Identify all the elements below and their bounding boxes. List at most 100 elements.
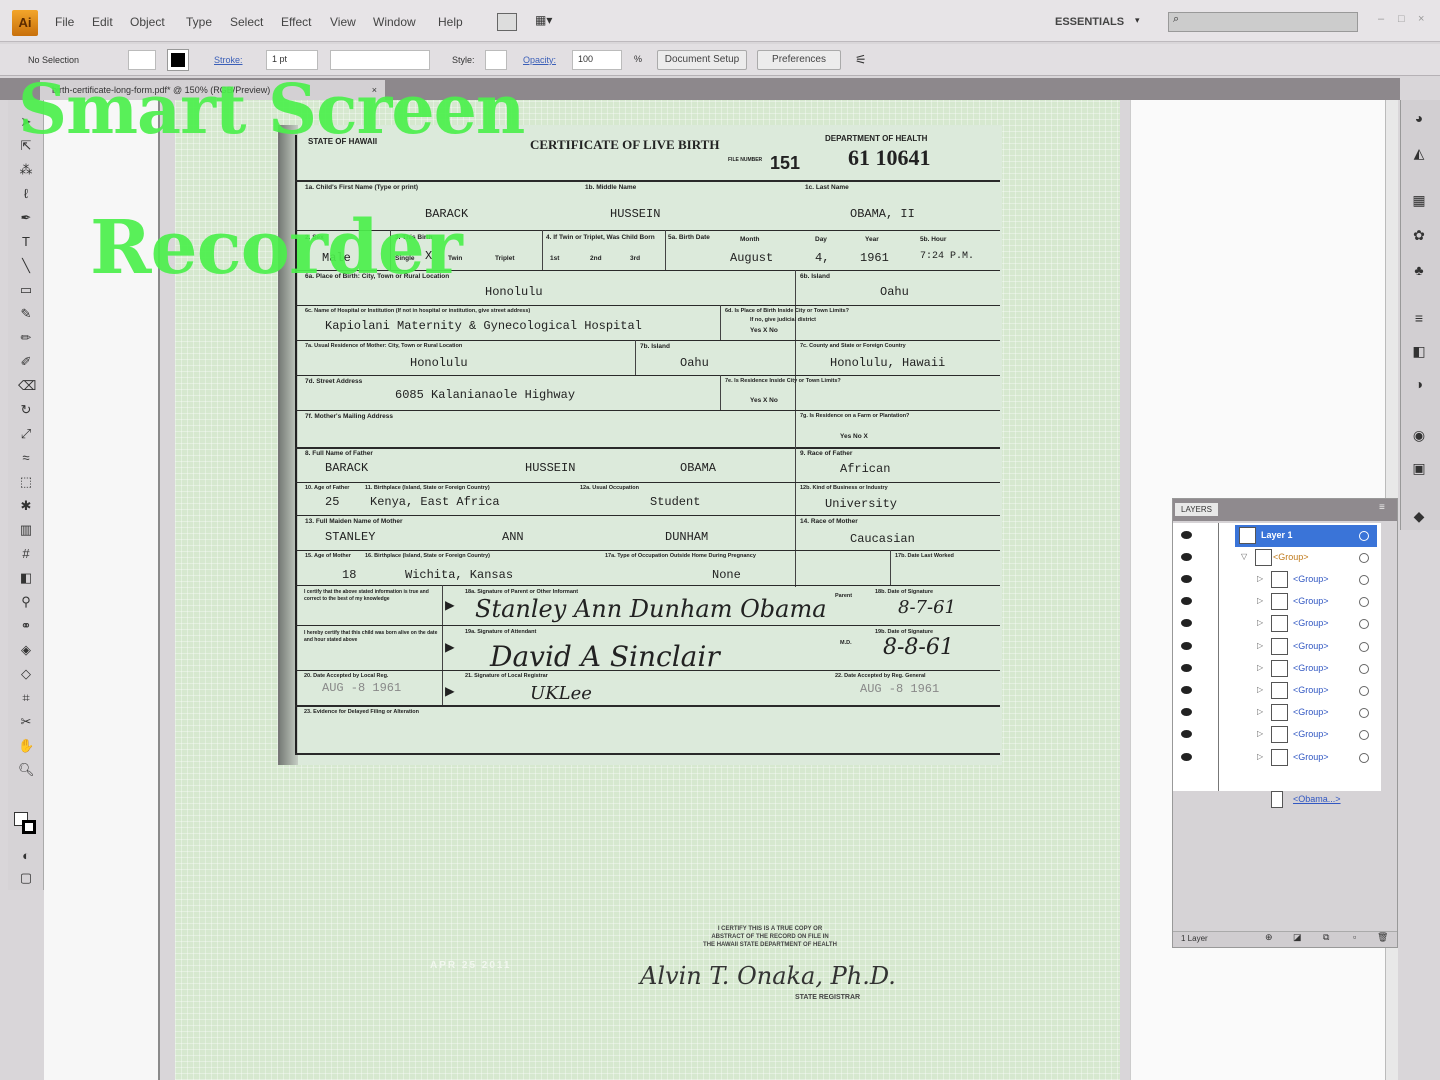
visibility-eye-icon[interactable]	[1181, 641, 1192, 650]
target-icon[interactable]	[1359, 619, 1369, 630]
align-options-icon[interactable]: ⚟	[855, 52, 867, 68]
expand-triangle-icon[interactable]: ▷	[1257, 663, 1263, 672]
visibility-eye-icon[interactable]	[1181, 730, 1192, 739]
target-icon[interactable]	[1359, 553, 1369, 563]
stroke-color-icon[interactable]	[22, 820, 36, 834]
collapse-triangle-icon[interactable]: ▽	[1241, 552, 1247, 561]
make-clipping-mask-icon[interactable]: ◪	[1293, 932, 1302, 943]
color-panel-icon[interactable]: ◕	[1410, 110, 1428, 128]
expand-triangle-icon[interactable]: ▷	[1257, 596, 1263, 605]
live-paint-tool-icon[interactable]: ◈	[18, 642, 34, 658]
menu-window[interactable]: Window	[373, 15, 416, 29]
layer-row[interactable]: ▷ <Group>	[1173, 613, 1381, 635]
menu-type[interactable]: Type	[186, 15, 212, 29]
appearance-panel-icon[interactable]: ◉	[1410, 427, 1428, 445]
layers-tab[interactable]: LAYERS	[1175, 503, 1218, 516]
visibility-eye-icon[interactable]	[1181, 597, 1192, 606]
arrange-documents-icon[interactable]: ▦▾	[535, 13, 565, 31]
brushes-panel-icon[interactable]: ✿	[1410, 227, 1428, 245]
stroke-label[interactable]: Stroke:	[214, 55, 243, 65]
preferences-button[interactable]: Preferences	[757, 50, 841, 70]
group-name[interactable]: <Group>	[1293, 752, 1329, 762]
expand-triangle-icon[interactable]: ▷	[1257, 641, 1263, 650]
color-guide-icon[interactable]: ◭	[1410, 145, 1428, 163]
blob-brush-tool-icon[interactable]: ✐	[18, 354, 34, 370]
brush-select[interactable]	[330, 50, 430, 70]
menu-select[interactable]: Select	[230, 15, 263, 29]
group-name[interactable]: <Group>	[1293, 685, 1329, 695]
document-setup-button[interactable]: Document Setup	[657, 50, 747, 70]
close-button[interactable]: ×	[1418, 13, 1424, 25]
group-name[interactable]: <Group>	[1293, 596, 1329, 606]
visibility-eye-icon[interactable]	[1181, 686, 1192, 694]
expand-triangle-icon[interactable]: ▷	[1257, 707, 1263, 716]
visibility-eye-icon[interactable]	[1181, 708, 1192, 717]
search-input[interactable]: ⌕	[1168, 12, 1358, 32]
live-paint-selection-icon[interactable]: ◇	[18, 666, 34, 682]
scale-tool-icon[interactable]: ⤢	[18, 426, 34, 442]
magic-wand-tool-icon[interactable]: ⁂	[18, 162, 34, 178]
target-icon[interactable]	[1359, 531, 1369, 541]
visibility-eye-icon[interactable]	[1181, 752, 1192, 761]
target-icon[interactable]	[1359, 730, 1369, 741]
target-icon[interactable]	[1359, 752, 1369, 763]
color-mode-icon[interactable]: ◐	[18, 848, 34, 864]
style-select[interactable]	[485, 50, 507, 70]
group-name[interactable]: <Group>	[1293, 618, 1329, 628]
target-icon[interactable]	[1359, 575, 1369, 585]
layer-row[interactable]: ▷ <Group>	[1173, 591, 1381, 613]
symbols-panel-icon[interactable]: ♣	[1410, 262, 1428, 280]
target-icon[interactable]	[1359, 663, 1369, 674]
screen-mode-icon[interactable]: ▢	[18, 870, 34, 886]
layer-row[interactable]: ▷ <Group>	[1173, 680, 1381, 702]
hand-tool-icon[interactable]: ✋	[18, 738, 34, 754]
gradient-panel-icon[interactable]: ◧	[1410, 343, 1428, 361]
gradient-tool-icon[interactable]: ◧	[18, 570, 34, 586]
layer-row[interactable]: ▷ <Group>	[1173, 569, 1381, 591]
blend-tool-icon[interactable]: ⚭	[18, 618, 34, 634]
group-name[interactable]: <Group>	[1293, 707, 1329, 717]
layer-row[interactable]: ▷ <Group>	[1173, 747, 1381, 769]
graphic-styles-icon[interactable]: ▣	[1410, 460, 1428, 478]
warp-tool-icon[interactable]: ≈	[18, 450, 34, 466]
stroke-swatch[interactable]	[167, 49, 189, 71]
eraser-tool-icon[interactable]: ⌫	[18, 378, 36, 394]
workspace-switcher[interactable]: ESSENTIALS	[1055, 16, 1124, 28]
graph-tool-icon[interactable]: ▥	[18, 522, 34, 538]
bridge-icon[interactable]	[497, 13, 517, 31]
opacity-label[interactable]: Opacity:	[523, 55, 556, 65]
delete-layer-icon[interactable]: 🗑︎	[1377, 932, 1388, 943]
rotate-tool-icon[interactable]: ↻	[18, 402, 34, 418]
group-name[interactable]: <Group>	[1293, 663, 1329, 673]
group-name[interactable]: <Group>	[1273, 552, 1309, 562]
visibility-eye-icon[interactable]	[1181, 531, 1192, 539]
menu-file[interactable]: File	[55, 15, 74, 29]
layer-row[interactable]: ▷ <Group>	[1173, 636, 1381, 658]
layer-row[interactable]: ▽ <Group>	[1173, 547, 1381, 569]
object-name[interactable]: <Obama...>	[1293, 794, 1341, 804]
target-icon[interactable]	[1359, 597, 1369, 608]
line-tool-icon[interactable]: ╲	[18, 258, 34, 274]
visibility-eye-icon[interactable]	[1181, 663, 1192, 672]
layer-row[interactable]: <Obama...>	[1173, 789, 1381, 811]
visibility-eye-icon[interactable]	[1181, 575, 1192, 583]
visibility-eye-icon[interactable]	[1181, 619, 1192, 628]
zoom-tool-icon[interactable]: 🔍︎	[18, 762, 35, 778]
menu-help[interactable]: Help	[438, 15, 463, 29]
pencil-tool-icon[interactable]: ✏	[18, 330, 34, 346]
mesh-tool-icon[interactable]: #	[18, 546, 34, 562]
stroke-panel-icon[interactable]: ≡	[1410, 310, 1428, 328]
new-sublayer-icon[interactable]: ⧉	[1323, 932, 1329, 943]
swatches-panel-icon[interactable]: ▦	[1410, 192, 1428, 210]
stroke-weight-select[interactable]: 1 pt	[266, 50, 318, 70]
symbol-sprayer-tool-icon[interactable]: ✱	[18, 498, 34, 514]
menu-effect[interactable]: Effect	[281, 15, 311, 29]
expand-triangle-icon[interactable]: ▷	[1257, 729, 1263, 738]
layer-row[interactable]: ▷ <Group>	[1173, 724, 1381, 746]
layer-row[interactable]: Layer 1	[1173, 525, 1381, 547]
lasso-tool-icon[interactable]: ℓ	[18, 186, 34, 202]
expand-triangle-icon[interactable]: ▷	[1257, 685, 1263, 694]
menu-object[interactable]: Object	[130, 15, 165, 29]
type-tool-icon[interactable]: T	[18, 234, 34, 250]
crop-tool-icon[interactable]: ⌗	[18, 690, 34, 706]
